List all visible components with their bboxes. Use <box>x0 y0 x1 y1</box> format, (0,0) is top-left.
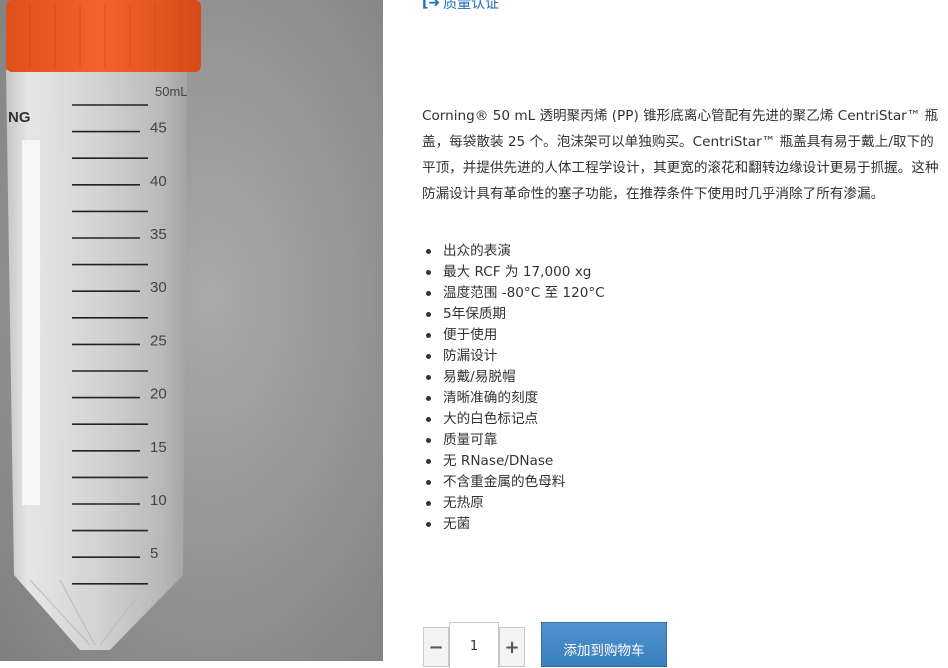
feature-item: 易戴/易脱帽 <box>424 367 605 388</box>
graduation-label: 35 <box>150 226 167 243</box>
feature-item: 5年保质期 <box>424 304 605 325</box>
tube-capacity-mark: 50mL <box>155 84 188 99</box>
feature-item: 无 RNase/DNase <box>424 451 605 472</box>
graduation-label: 40 <box>150 173 167 190</box>
feature-item: 质量可靠 <box>424 430 605 451</box>
feature-item: 清晰准确的刻度 <box>424 388 605 409</box>
centrifuge-tube-illustration: NG 50mL 45 40 35 30 25 20 15 10 5 <box>6 0 201 650</box>
graduation-label: 15 <box>150 439 167 456</box>
feature-item: 无菌 <box>424 514 605 535</box>
graduation-label: 10 <box>150 492 167 509</box>
increment-button[interactable]: + <box>499 627 525 667</box>
feature-item: 最大 RCF 为 17,000 xg <box>424 262 605 283</box>
feature-item: 温度范围 -80°C 至 120°C <box>424 283 605 304</box>
feature-item: 便于使用 <box>424 325 605 346</box>
quantity-input[interactable] <box>449 622 499 668</box>
quality-certification-link[interactable]: [➜ 质量认证 <box>422 0 499 13</box>
product-description: Corning® 50 mL 透明聚丙烯 (PP) 锥形底离心管配有先进的聚乙烯… <box>422 108 939 202</box>
graduation-label: 5 <box>150 545 158 562</box>
quantity-stepper: − + <box>423 622 525 668</box>
add-to-cart-button[interactable]: 添加到购物车 <box>541 622 667 667</box>
feature-list: 出众的表演 最大 RCF 为 17,000 xg 温度范围 -80°C 至 120°… <box>424 241 605 535</box>
graduation-label: 30 <box>150 279 167 296</box>
quality-certification-label: 质量认证 <box>443 0 500 12</box>
external-link-icon: [➜ <box>422 0 441 11</box>
graduation-label: 20 <box>150 386 167 403</box>
feature-item: 不含重金属的色母料 <box>424 472 605 493</box>
feature-item: 大的白色标记点 <box>424 409 605 430</box>
graduation-label: 45 <box>150 120 167 137</box>
product-image: NG 50mL 45 40 35 30 25 20 15 10 5 <box>0 0 383 661</box>
feature-item: 无热原 <box>424 493 605 514</box>
feature-item: 出众的表演 <box>424 241 605 262</box>
feature-item: 防漏设计 <box>424 346 605 367</box>
graduation-label: 25 <box>150 332 167 349</box>
decrement-button[interactable]: − <box>423 627 449 667</box>
tube-brand-text: NG <box>8 109 31 126</box>
